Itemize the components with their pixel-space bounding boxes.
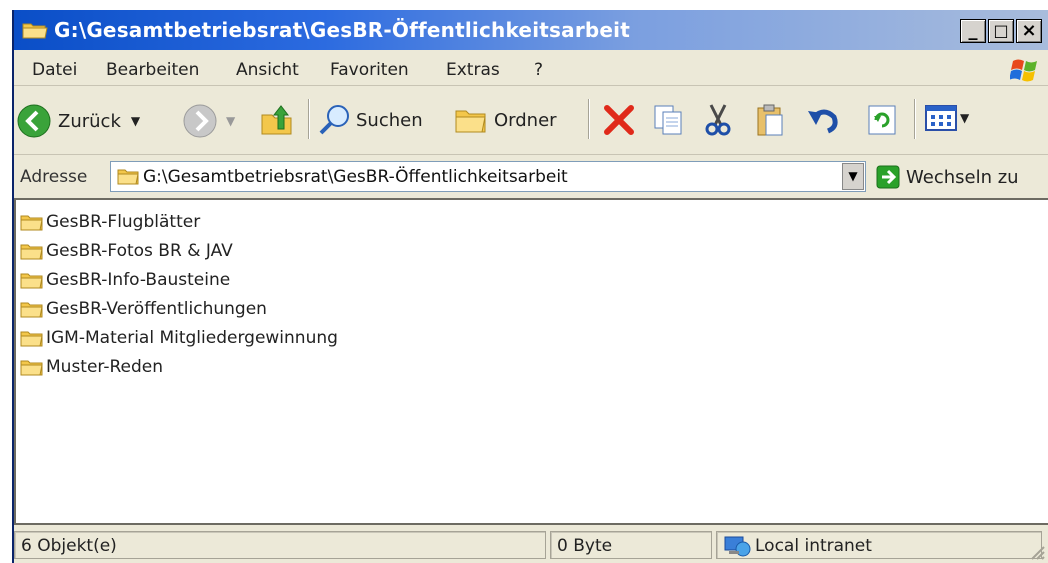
close-button[interactable]: × <box>1016 19 1042 43</box>
address-label: Adresse <box>20 167 88 187</box>
folder-icon <box>20 215 43 231</box>
folders-icon <box>455 110 486 133</box>
search-button[interactable]: Suchen <box>318 103 423 137</box>
search-label: Suchen <box>356 109 423 131</box>
intranet-icon <box>723 535 751 562</box>
copy-icon <box>654 105 682 135</box>
zone-label: Local intranet <box>755 536 872 556</box>
address-dropdown-button[interactable]: ▼ <box>842 163 864 190</box>
list-item[interactable]: IGM-Material Mitgliedergewinnung <box>20 324 338 352</box>
folder-icon <box>20 302 43 318</box>
file-name: GesBR-Flugblätter <box>46 212 201 232</box>
up-folder-button[interactable] <box>260 103 294 137</box>
menu-edit[interactable]: Bearbeiten <box>106 60 199 80</box>
go-arrow-icon <box>876 165 900 189</box>
file-name: Muster-Reden <box>46 357 163 377</box>
refresh-icon <box>868 105 896 135</box>
title-bar[interactable]: G:\Gesamtbetriebsrat\GesBR-Öffentlichkei… <box>14 10 1048 50</box>
folders-label: Ordner <box>494 109 557 131</box>
explorer-window: G:\Gesamtbetriebsrat\GesBR-Öffentlichkei… <box>12 10 1048 563</box>
folder-icon <box>22 20 48 40</box>
address-bar: Adresse G:\Gesamtbetriebsrat\GesBR-Öffen… <box>14 157 1048 197</box>
window-title: G:\Gesamtbetriebsrat\GesBR-Öffentlichkei… <box>54 18 630 42</box>
folder-icon <box>20 360 43 376</box>
folder-icon <box>117 167 139 190</box>
chevron-down-icon: ▼ <box>848 169 858 183</box>
copy-to-button[interactable] <box>652 103 684 137</box>
delete-button[interactable] <box>602 103 636 137</box>
forward-arrow-icon <box>183 104 217 138</box>
menu-file[interactable]: Datei <box>32 60 77 80</box>
file-name: GesBR-Fotos BR & JAV <box>46 241 233 261</box>
list-item[interactable]: Muster-Reden <box>20 353 163 381</box>
toolbar-separator <box>588 99 590 139</box>
minimize-button[interactable]: _ <box>960 19 986 43</box>
views-button[interactable]: ▼ <box>924 103 969 133</box>
forward-button[interactable]: ▼ <box>182 103 235 139</box>
resize-grip-icon[interactable] <box>1028 543 1046 561</box>
cut-button[interactable] <box>702 103 734 137</box>
toolbar: Zurück ▼ ▼ Suchen Ordner ▼ <box>14 87 1048 155</box>
list-item[interactable]: GesBR-Veröffentlichungen <box>20 295 267 323</box>
go-label: Wechseln zu <box>906 166 1019 188</box>
file-name: GesBR-Veröffentlichungen <box>46 299 267 319</box>
folder-icon <box>20 273 43 289</box>
search-icon <box>319 105 349 135</box>
menu-view[interactable]: Ansicht <box>236 60 299 80</box>
go-button[interactable]: Wechseln zu <box>876 165 1019 189</box>
folder-icon <box>20 244 43 260</box>
folder-icon <box>20 331 43 347</box>
windows-logo-icon <box>1009 56 1040 84</box>
menu-extras[interactable]: Extras <box>446 60 500 80</box>
maximize-button[interactable]: □ <box>988 19 1014 43</box>
views-icon <box>925 105 957 131</box>
views-dropdown-icon: ▼ <box>960 111 970 125</box>
status-zone: Local intranet <box>716 531 1042 559</box>
up-folder-icon <box>261 105 292 135</box>
back-label: Zurück <box>58 110 121 132</box>
status-size: 0 Byte <box>550 531 712 559</box>
back-button[interactable]: Zurück ▼ <box>16 103 140 139</box>
refresh-button[interactable] <box>866 103 898 137</box>
address-input[interactable]: G:\Gesamtbetriebsrat\GesBR-Öffentlichkei… <box>143 167 568 187</box>
toolbar-separator <box>914 99 916 139</box>
scissors-icon <box>705 104 731 136</box>
status-object-count: 6 Objekt(e) <box>14 531 546 559</box>
file-list: GesBR-Flugblätter GesBR-Fotos BR & JAV G… <box>14 198 1048 525</box>
list-item[interactable]: GesBR-Flugblätter <box>20 208 200 236</box>
list-item[interactable]: GesBR-Fotos BR & JAV <box>20 237 233 265</box>
menu-help[interactable]: ? <box>534 60 543 80</box>
toolbar-separator <box>308 99 310 139</box>
clipboard-icon <box>757 104 783 136</box>
file-name: GesBR-Info-Bausteine <box>46 270 231 290</box>
menu-bar: Datei Bearbeiten Ansicht Favoriten Extra… <box>14 52 1048 86</box>
undo-icon <box>808 109 838 134</box>
address-field[interactable]: G:\Gesamtbetriebsrat\GesBR-Öffentlichkei… <box>110 161 866 192</box>
folders-button[interactable]: Ordner <box>454 103 557 137</box>
back-dropdown-icon[interactable]: ▼ <box>131 114 140 128</box>
list-item[interactable]: GesBR-Info-Bausteine <box>20 266 230 294</box>
menu-favorites[interactable]: Favoriten <box>330 60 409 80</box>
status-bar: 6 Objekt(e) 0 Byte Local intranet <box>14 526 1048 563</box>
back-arrow-icon <box>17 104 51 138</box>
forward-dropdown-icon[interactable]: ▼ <box>226 114 235 128</box>
undo-button[interactable] <box>806 103 840 137</box>
delete-icon <box>604 105 634 135</box>
paste-button[interactable] <box>754 103 786 137</box>
file-name: IGM-Material Mitgliedergewinnung <box>46 328 338 348</box>
